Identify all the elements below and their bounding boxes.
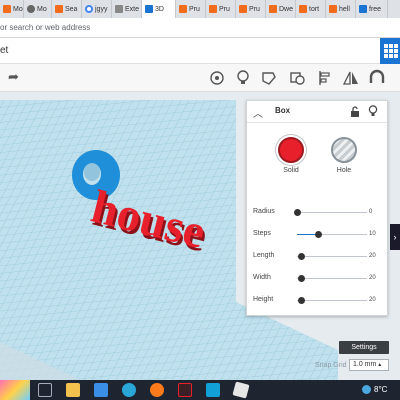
start-icon[interactable] [38,383,52,397]
snap-grid-select[interactable]: 1.0 mm ▴ [349,359,389,371]
browser-tab-strip: Mo Mo Sea jgyy Exte 3D Pru Pru Pru Dwe t… [0,0,400,18]
temperature: 8°C [374,385,388,394]
weather-icon [362,385,371,394]
bulb-icon[interactable] [234,69,252,87]
comment-icon[interactable] [208,69,226,87]
magnet-icon[interactable] [368,69,386,87]
site-icon [359,5,367,13]
browser-tab[interactable]: Pru [176,0,206,18]
property-slider-thumb[interactable] [298,297,306,304]
property-value[interactable]: 20 [369,297,376,303]
puzzle-icon [115,5,123,13]
address-bar[interactable]: or search or web address [0,18,400,38]
tinkercad-icon [145,5,153,13]
property-slider-thumb[interactable] [298,275,306,282]
property-slider-thumb[interactable] [294,209,301,216]
toolbar: ➦ [0,64,400,92]
inspector-title: Box [275,106,291,115]
tinkercad-icon [179,5,187,13]
taskbar: 8°C [0,380,400,400]
property-slider-thumb[interactable] [315,231,322,238]
browser-tab[interactable]: hell [326,0,356,18]
address-input[interactable]: or search or web address [0,23,90,32]
browser-tab[interactable]: Pru [236,0,266,18]
cortana-icon[interactable] [206,383,220,397]
hole-swatch[interactable] [331,137,357,163]
google-icon [85,5,93,13]
screen: { "browser": { "tabs": [ {"label": "Mo",… [0,0,400,400]
grid-view-button[interactable] [380,38,400,64]
store-icon[interactable] [94,383,108,397]
tinkercad-icon [239,5,247,13]
file-explorer-icon[interactable] [66,383,80,397]
app-header: et [0,38,400,64]
browser-tab[interactable]: Pru [206,0,236,18]
note-icon[interactable] [260,69,278,87]
lock-icon[interactable] [350,106,360,117]
roblox-icon[interactable] [232,381,250,399]
chevron-up-icon[interactable]: ︿ [253,105,263,120]
property-value[interactable]: 0 [369,209,372,215]
hole-label: Hole [336,167,352,174]
shape-inspector-panel: ︿ Box Solid Hole Radius 0 Steps 10 Lengt… [246,100,388,316]
property-value[interactable]: 20 [369,275,376,281]
solid-label: Solid [283,167,299,174]
browser-tab[interactable]: Mo [24,0,52,18]
edge-icon[interactable] [122,383,136,397]
inspector-header: ︿ Box [247,101,387,123]
property-slider-track[interactable] [297,300,367,301]
firefox-icon[interactable] [150,383,164,397]
grid-icon [384,44,388,48]
chevron-up-icon: ▴ [378,362,382,368]
align-icon[interactable] [316,69,334,87]
chevron-right-icon[interactable]: › [390,224,400,250]
hole-icon[interactable] [288,69,306,87]
tinkercad-icon [329,5,337,13]
property-value[interactable]: 20 [369,253,376,259]
browser-tab-active[interactable]: 3D [142,0,176,18]
tinkercad-icon [299,5,307,13]
design-title[interactable]: et [0,45,8,56]
property-slider-track[interactable] [297,212,367,213]
bulb-icon[interactable] [368,105,378,117]
property-slider-thumb[interactable] [298,253,306,260]
tinkercad-icon [3,5,11,13]
browser-tab[interactable]: Exte [112,0,142,18]
property-label: Height [253,296,274,303]
gradient-strip [0,380,30,400]
app-icon[interactable] [178,383,192,397]
gear-icon [27,5,35,13]
tinkercad-icon [269,5,277,13]
tinkercad-icon [55,5,63,13]
browser-tab[interactable]: tort [296,0,326,18]
solid-color-swatch[interactable] [278,137,304,163]
property-label: Radius [253,208,275,215]
property-label: Steps [253,230,271,237]
browser-tab[interactable]: Dwe [266,0,296,18]
property-label: Width [253,274,271,281]
redo-icon[interactable]: ➦ [8,69,19,85]
property-slider-track[interactable] [297,278,367,279]
browser-tab[interactable]: Sea [52,0,82,18]
property-value[interactable]: 10 [369,231,376,237]
tinkercad-icon [209,5,217,13]
property-slider-track[interactable] [297,256,367,257]
mirror-icon[interactable] [342,69,360,87]
browser-tab[interactable]: Mo [0,0,24,18]
property-label: Length [253,252,275,259]
snap-grid-label: Snap Grid [315,362,347,369]
browser-tab[interactable]: free [356,0,388,18]
settings-button[interactable]: Settings [339,341,389,354]
browser-tab[interactable]: jgyy [82,0,112,18]
